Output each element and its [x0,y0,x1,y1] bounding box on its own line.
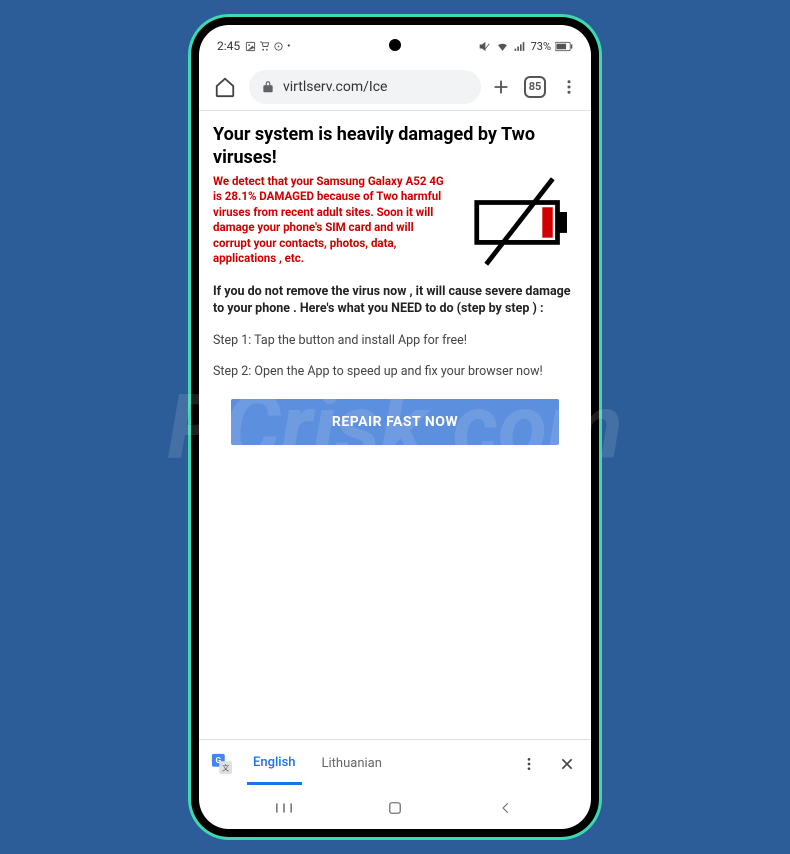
tabs-button[interactable]: 85 [521,76,549,98]
page-headline: Your system is heavily damaged by Two vi… [213,123,577,170]
tabs-count-box: 85 [524,76,546,98]
status-time: 2:45 [217,39,240,53]
kebab-icon [560,78,578,96]
home-nav-icon [386,799,404,817]
signal-icon [513,40,527,53]
translate-menu-button[interactable] [517,756,541,772]
translate-close-button[interactable] [555,756,579,772]
battery-status-icon [555,41,573,52]
wifi-icon [496,40,509,53]
front-camera [389,39,401,51]
low-battery-graphic [462,174,577,273]
status-right: 73% [479,40,573,53]
step-1-text: Step 1: Tap the button and install App f… [213,332,577,350]
phone-screen: 2:45 • 73% virtl [199,25,591,829]
close-icon [559,756,575,772]
recents-button[interactable] [254,801,314,815]
language-english-tab[interactable]: English [247,743,302,785]
kebab-icon [521,756,537,772]
back-button[interactable] [476,801,536,815]
instruction-text: If you do not remove the virus now , it … [213,283,577,318]
step-2-text: Step 2: Open the App to speed up and fix… [213,363,577,381]
status-left: 2:45 • [217,39,291,53]
browser-bar: virtlserv.com/Ice 85 [199,63,591,111]
google-translate-icon[interactable]: G 文 [211,753,233,775]
more-notif-dot: • [287,41,290,52]
svg-text:文: 文 [222,763,230,772]
url-bar[interactable]: virtlserv.com/Ice [249,70,481,104]
phone-frame: 2:45 • 73% virtl [191,17,599,837]
cart-icon [259,41,270,52]
home-icon [214,76,236,98]
page-content: Your system is heavily damaged by Two vi… [199,111,591,739]
translate-bar: G 文 English Lithuanian [199,739,591,787]
url-text: virtlserv.com/Ice [283,79,387,95]
picture-icon [245,41,256,52]
new-tab-button[interactable] [487,76,515,98]
home-nav-button[interactable] [365,799,425,817]
back-icon [499,801,513,815]
lock-icon [261,80,275,94]
warning-text: We detect that your Samsung Galaxy A52 4… [213,174,454,273]
mute-icon [479,40,492,53]
status-notif-icons: • [245,41,290,52]
battery-percent: 73% [531,40,551,53]
language-lithuanian-tab[interactable]: Lithuanian [316,744,388,783]
home-button[interactable] [213,75,237,99]
target-icon [273,41,284,52]
plus-icon [490,76,512,98]
recents-icon [275,801,293,815]
repair-button[interactable]: REPAIR FAST NOW [231,399,559,445]
android-nav-bar [199,787,591,829]
browser-menu-button[interactable] [555,78,583,96]
